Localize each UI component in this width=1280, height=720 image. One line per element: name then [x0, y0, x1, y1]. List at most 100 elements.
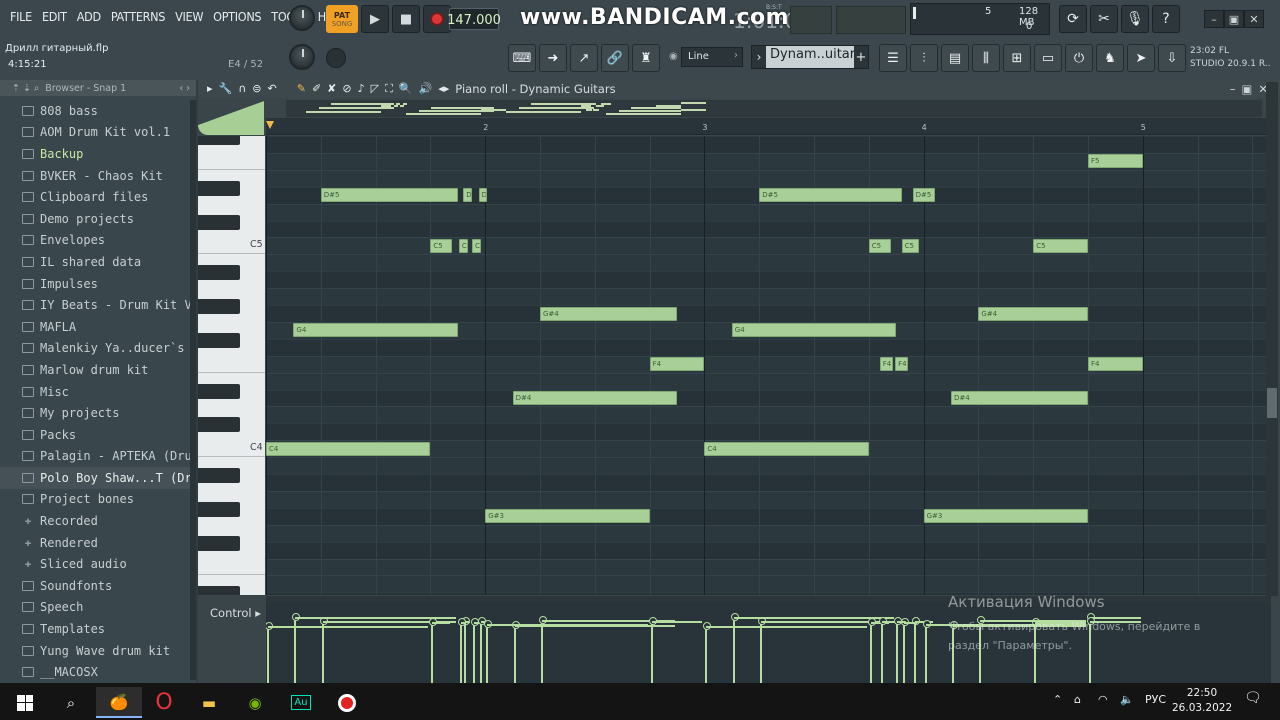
- browser-item[interactable]: Clipboard files: [0, 186, 190, 208]
- velocity-stem[interactable]: [703, 622, 712, 683]
- browser-item[interactable]: Malenkiy Ya..ducer`s Cloud]: [0, 338, 190, 360]
- roll-corner-button[interactable]: [198, 100, 264, 135]
- minimize-button[interactable]: –: [1204, 10, 1224, 28]
- note[interactable]: G4: [293, 323, 458, 338]
- note[interactable]: G#4: [540, 306, 677, 321]
- browser-item[interactable]: ✚ Recorded: [0, 510, 190, 532]
- tray-overflow-icon[interactable]: ⌃: [1053, 693, 1062, 706]
- playback-icon[interactable]: ⊜: [252, 82, 261, 96]
- browser-item[interactable]: Envelopes: [0, 230, 190, 252]
- volume-icon[interactable]: 🔈: [1120, 693, 1134, 706]
- song-position-bar[interactable]: [836, 6, 906, 34]
- stamp-button[interactable]: ♜: [632, 44, 660, 72]
- note[interactable]: F4: [879, 357, 893, 372]
- select-icon[interactable]: ◸: [371, 82, 379, 96]
- black-key[interactable]: [198, 299, 240, 314]
- black-key[interactable]: [198, 383, 240, 399]
- slice-icon[interactable]: ♪: [358, 82, 365, 96]
- step-edit-button[interactable]: ➜: [539, 44, 567, 72]
- note[interactable]: D#4: [512, 391, 677, 405]
- master-volume-knob[interactable]: [289, 5, 315, 31]
- note[interactable]: D#5: [759, 188, 902, 203]
- help-button[interactable]: ?: [1152, 5, 1180, 33]
- note[interactable]: F4: [895, 357, 909, 372]
- black-key[interactable]: [198, 265, 240, 281]
- browser-item[interactable]: __MACOSX: [0, 661, 190, 683]
- touch-controller-button[interactable]: ♞: [1096, 44, 1124, 72]
- note[interactable]: D#4: [951, 391, 1088, 405]
- note[interactable]: D#5: [320, 188, 458, 203]
- browser-item[interactable]: Misc: [0, 381, 190, 403]
- note[interactable]: G4: [731, 323, 897, 338]
- menu-arrow-icon[interactable]: ▸: [207, 82, 213, 96]
- mute-icon[interactable]: ⊘: [342, 82, 351, 96]
- browser-item[interactable]: Templates: [0, 618, 190, 640]
- playhead-marker[interactable]: [266, 121, 274, 129]
- velocity-stem[interactable]: [266, 622, 273, 683]
- velocity-stem[interactable]: [911, 617, 920, 683]
- metronome-button[interactable]: ⟳: [1059, 5, 1087, 33]
- note[interactable]: C4: [266, 441, 431, 456]
- browser-item[interactable]: IY Beats - Drum Kit Vol.1: [0, 294, 190, 316]
- delete-icon[interactable]: ✘: [327, 82, 336, 96]
- browser-item[interactable]: 808 bass: [0, 100, 190, 122]
- playlist-button[interactable]: ☰: [879, 44, 907, 72]
- browser-item[interactable]: Packs: [0, 424, 190, 446]
- pattern-selector[interactable]: [790, 6, 832, 34]
- language-indicator[interactable]: РУС: [1145, 693, 1166, 706]
- taskbar-explorer[interactable]: ▬: [186, 687, 232, 718]
- browser-item[interactable]: Backup: [0, 143, 190, 165]
- note[interactable]: C5: [1033, 238, 1088, 253]
- velocity-stem[interactable]: [878, 617, 887, 683]
- tempo-display[interactable]: 147.000: [447, 8, 501, 30]
- mixer-button[interactable]: ⫼: [972, 44, 1000, 72]
- slide-button[interactable]: ↗: [570, 44, 598, 72]
- browser-item[interactable]: Marlow drum kit: [0, 359, 190, 381]
- browser-item[interactable]: Project bones: [0, 489, 190, 511]
- menu-options[interactable]: OPTIONS: [208, 9, 266, 24]
- black-key[interactable]: [198, 417, 240, 433]
- menu-add[interactable]: ADD: [72, 9, 106, 24]
- velocity-stem[interactable]: [758, 617, 767, 683]
- wifi-icon[interactable]: ◠: [1098, 693, 1108, 706]
- taskbar-opera[interactable]: O: [141, 687, 187, 718]
- velocity-stem[interactable]: [511, 621, 520, 683]
- note[interactable]: F4: [649, 357, 705, 372]
- black-key[interactable]: [198, 214, 240, 230]
- control-label[interactable]: Control ▸: [210, 606, 261, 620]
- close-button[interactable]: ✕: [1244, 10, 1264, 28]
- stretch-icon[interactable]: ◂▸: [438, 82, 449, 96]
- velocity-stem[interactable]: [429, 618, 438, 683]
- zoom-magnify-icon[interactable]: 🔍: [399, 82, 413, 96]
- pencil-icon[interactable]: ✎: [297, 82, 306, 96]
- master-pitch-knob[interactable]: [289, 44, 315, 70]
- velocity-stem[interactable]: [539, 616, 547, 683]
- play-button[interactable]: ▶: [361, 5, 389, 33]
- note[interactable]: F5: [1088, 154, 1143, 169]
- note[interactable]: F4: [1088, 357, 1143, 372]
- note[interactable]: D#5: [478, 188, 488, 203]
- pattern-overview[interactable]: [286, 100, 1262, 117]
- black-key[interactable]: [198, 136, 240, 145]
- browser-item[interactable]: AOM Drum Kit vol.1: [0, 122, 190, 144]
- plugin-button[interactable]: ⏻: [1065, 44, 1093, 72]
- browser-item[interactable]: My projects: [0, 402, 190, 424]
- browser-item[interactable]: Yung Wave drum kit: [0, 640, 190, 662]
- velocity-stem[interactable]: [867, 618, 876, 683]
- velocity-stem[interactable]: [457, 618, 466, 683]
- browser-item[interactable]: BVKER - Chaos Kit: [0, 165, 190, 187]
- channel-rack-button[interactable]: ⫶: [910, 44, 938, 72]
- velocity-stem[interactable]: [900, 618, 909, 683]
- stop-button[interactable]: ■: [392, 5, 420, 33]
- snap-select[interactable]: Line: [681, 47, 743, 67]
- undo-icon[interactable]: ↶: [268, 82, 277, 96]
- microphone-button[interactable]: 🎙: [1121, 5, 1149, 33]
- magnet-icon[interactable]: ∩: [238, 82, 246, 96]
- velocity-stem[interactable]: [477, 617, 486, 683]
- browser-item[interactable]: Soundfonts: [0, 575, 190, 597]
- tools-wrench-icon[interactable]: 🔧: [219, 82, 233, 96]
- note[interactable]: G#3: [485, 509, 650, 524]
- velocity-stem[interactable]: [922, 620, 931, 683]
- browser-scrollbar[interactable]: [190, 100, 196, 680]
- piano-roll-button[interactable]: ▤: [941, 44, 969, 72]
